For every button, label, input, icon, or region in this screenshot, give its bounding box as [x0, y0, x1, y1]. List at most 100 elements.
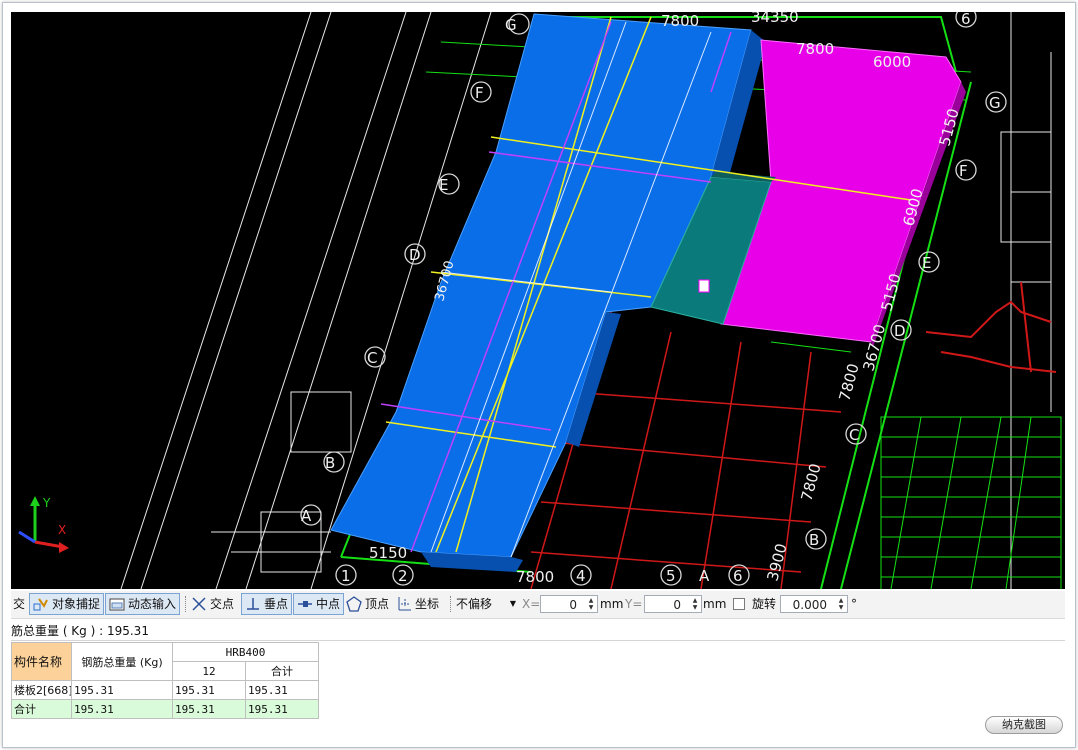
x-unit: mm	[600, 597, 624, 611]
cell-sum: 195.31	[245, 680, 319, 700]
cell-d12: 195.31	[172, 680, 246, 700]
grid-label-5: 5	[666, 567, 676, 585]
rotate-checkbox[interactable]	[733, 598, 745, 610]
total-weight-summary: 筋总重量 ( Kg ) : 195.31	[11, 620, 1065, 641]
x-spinner-icon[interactable]: ▲ ▼	[586, 597, 596, 611]
grid-label-6: 6	[733, 567, 743, 585]
selection-marker	[698, 279, 710, 293]
table-row[interactable]: 楼板2[668] 195.31 195.31 195.31	[11, 680, 319, 700]
dim-bottom-7800: 7800	[516, 568, 554, 586]
object-snap-label: 对象捕捉	[52, 597, 101, 611]
cell-total: 195.31	[71, 680, 173, 700]
rotate-input[interactable]: 0.000 ▲ ▼	[780, 595, 848, 613]
total-weight-text: 筋总重量 ( Kg ) : 195.31	[11, 624, 149, 638]
rotate-spinner-icon[interactable]: ▲ ▼	[836, 597, 846, 611]
vertex-label: 顶点	[365, 597, 390, 611]
rebar-weight-table: 构件名称 钢筋总重量 (Kg) HRB400 12 合计 楼板2[668] 19…	[11, 642, 319, 719]
grid-label-2: 2	[398, 567, 408, 585]
table-row-total[interactable]: 合计 195.31 195.31 195.31	[11, 699, 319, 719]
intersection-icon	[191, 596, 207, 612]
dynamic-input-icon	[109, 596, 125, 612]
y-label: Y=	[625, 597, 643, 611]
rotate-value: 0.000	[792, 598, 827, 612]
cell-name: 楼板2[668]	[11, 680, 72, 700]
col-header-grade[interactable]: HRB400	[172, 642, 319, 662]
rebar-legend-table	[880, 416, 1062, 589]
ucs-axis-icon: Y X	[18, 496, 69, 553]
dim-right-3900: 3900	[763, 541, 790, 583]
dim-top-7800: 7800	[661, 12, 699, 30]
grid-label-b: B	[325, 454, 335, 472]
grid-label-b-right: B	[809, 531, 819, 549]
midpoint-label: 中点	[316, 597, 341, 611]
coordinate-icon	[396, 596, 412, 612]
grid-label-a-bottom: A	[699, 567, 710, 585]
cad-drawing: G F E D C B A 1 2 4 5 A 6 6 G F E D C B …	[18, 12, 1062, 589]
vertex-snap[interactable]: 顶点	[346, 594, 389, 614]
dynamic-input-button[interactable]: 动态输入	[105, 593, 181, 615]
y-input[interactable]: 0 ▲ ▼	[644, 595, 702, 613]
dim-top-7800-b: 7800	[796, 40, 834, 58]
coordinate-label: 坐标	[415, 597, 440, 611]
y-unit: mm	[703, 597, 727, 611]
dim-bottom-5150: 5150	[369, 544, 407, 562]
cut-label[interactable]: 交	[13, 594, 25, 614]
grid-label-g-right: G	[989, 94, 1001, 112]
dynamic-input-label: 动态输入	[128, 597, 177, 611]
col-header-name[interactable]: 构件名称	[11, 642, 72, 681]
rebar-detail	[925, 281, 1057, 373]
grid-label-d: D	[409, 246, 421, 264]
chevron-down-icon: ▼	[509, 599, 516, 608]
dim-top-34350: 34350	[751, 12, 799, 26]
axis-label-x: X	[58, 523, 66, 537]
vertex-icon	[346, 596, 362, 612]
offset-mode-value: 不偏移	[456, 597, 493, 611]
snap-toolbar: 交 对象捕捉 动态输入 交点 垂点 中点 顶点 坐标 不偏移 ▼ X= 0 ▲ …	[11, 591, 1065, 619]
grid-label-f: F	[475, 84, 484, 102]
rotate-label: 旋转	[752, 597, 777, 611]
cell-sum: 195.31	[245, 699, 319, 719]
cell-d12: 195.31	[172, 699, 246, 719]
degree-symbol: °	[851, 597, 857, 611]
x-input[interactable]: 0 ▲ ▼	[540, 595, 598, 613]
grid-label-e: E	[439, 176, 448, 194]
cell-name: 合计	[11, 699, 72, 719]
grid-label-d-right: D	[894, 322, 906, 340]
grid-label-e-right: E	[922, 254, 931, 272]
col-header-total-weight[interactable]: 钢筋总重量 (Kg)	[71, 642, 173, 681]
y-value: 0	[673, 598, 681, 612]
x-value: 0	[569, 598, 577, 612]
grid-label-4: 4	[576, 567, 586, 585]
grid-label-1: 1	[341, 567, 351, 585]
perpendicular-label: 垂点	[264, 597, 289, 611]
grid-label-6-top: 6	[961, 12, 971, 28]
cad-viewport[interactable]: G F E D C B A 1 2 4 5 A 6 6 G F E D C B …	[11, 12, 1065, 589]
midpoint-icon	[297, 596, 313, 612]
perpendicular-icon	[245, 596, 261, 612]
grid-label-f-right: F	[959, 162, 968, 180]
col-header-12[interactable]: 12	[172, 661, 246, 681]
axis-label-y: Y	[42, 496, 51, 510]
cell-total: 195.31	[71, 699, 173, 719]
object-snap-button[interactable]: 对象捕捉	[29, 593, 105, 615]
capture-button[interactable]: 纳克截图	[985, 716, 1063, 734]
perpendicular-snap[interactable]: 垂点	[241, 593, 293, 615]
col-header-sum[interactable]: 合计	[245, 661, 319, 681]
midpoint-snap[interactable]: 中点	[293, 593, 345, 615]
object-snap-icon	[33, 596, 49, 612]
x-label: X=	[522, 597, 541, 611]
grid-label-c: C	[367, 349, 377, 367]
dim-right-7800-b: 7800	[797, 461, 824, 503]
toolbar-separator-2	[450, 596, 452, 612]
offset-mode-select[interactable]: 不偏移 ▼	[456, 595, 518, 613]
toolbar-separator	[185, 596, 187, 612]
y-spinner-icon[interactable]: ▲ ▼	[690, 597, 700, 611]
intersection-snap[interactable]: 交点	[191, 594, 234, 614]
intersection-label: 交点	[210, 597, 235, 611]
dim-right-7800: 7800	[835, 361, 862, 403]
grid-label-a: A	[301, 507, 312, 525]
coordinate-snap[interactable]: 坐标	[396, 594, 439, 614]
dim-top-6000: 6000	[873, 53, 911, 71]
grid-label-c-right: C	[849, 426, 859, 444]
grid-label-g: G	[505, 16, 517, 34]
